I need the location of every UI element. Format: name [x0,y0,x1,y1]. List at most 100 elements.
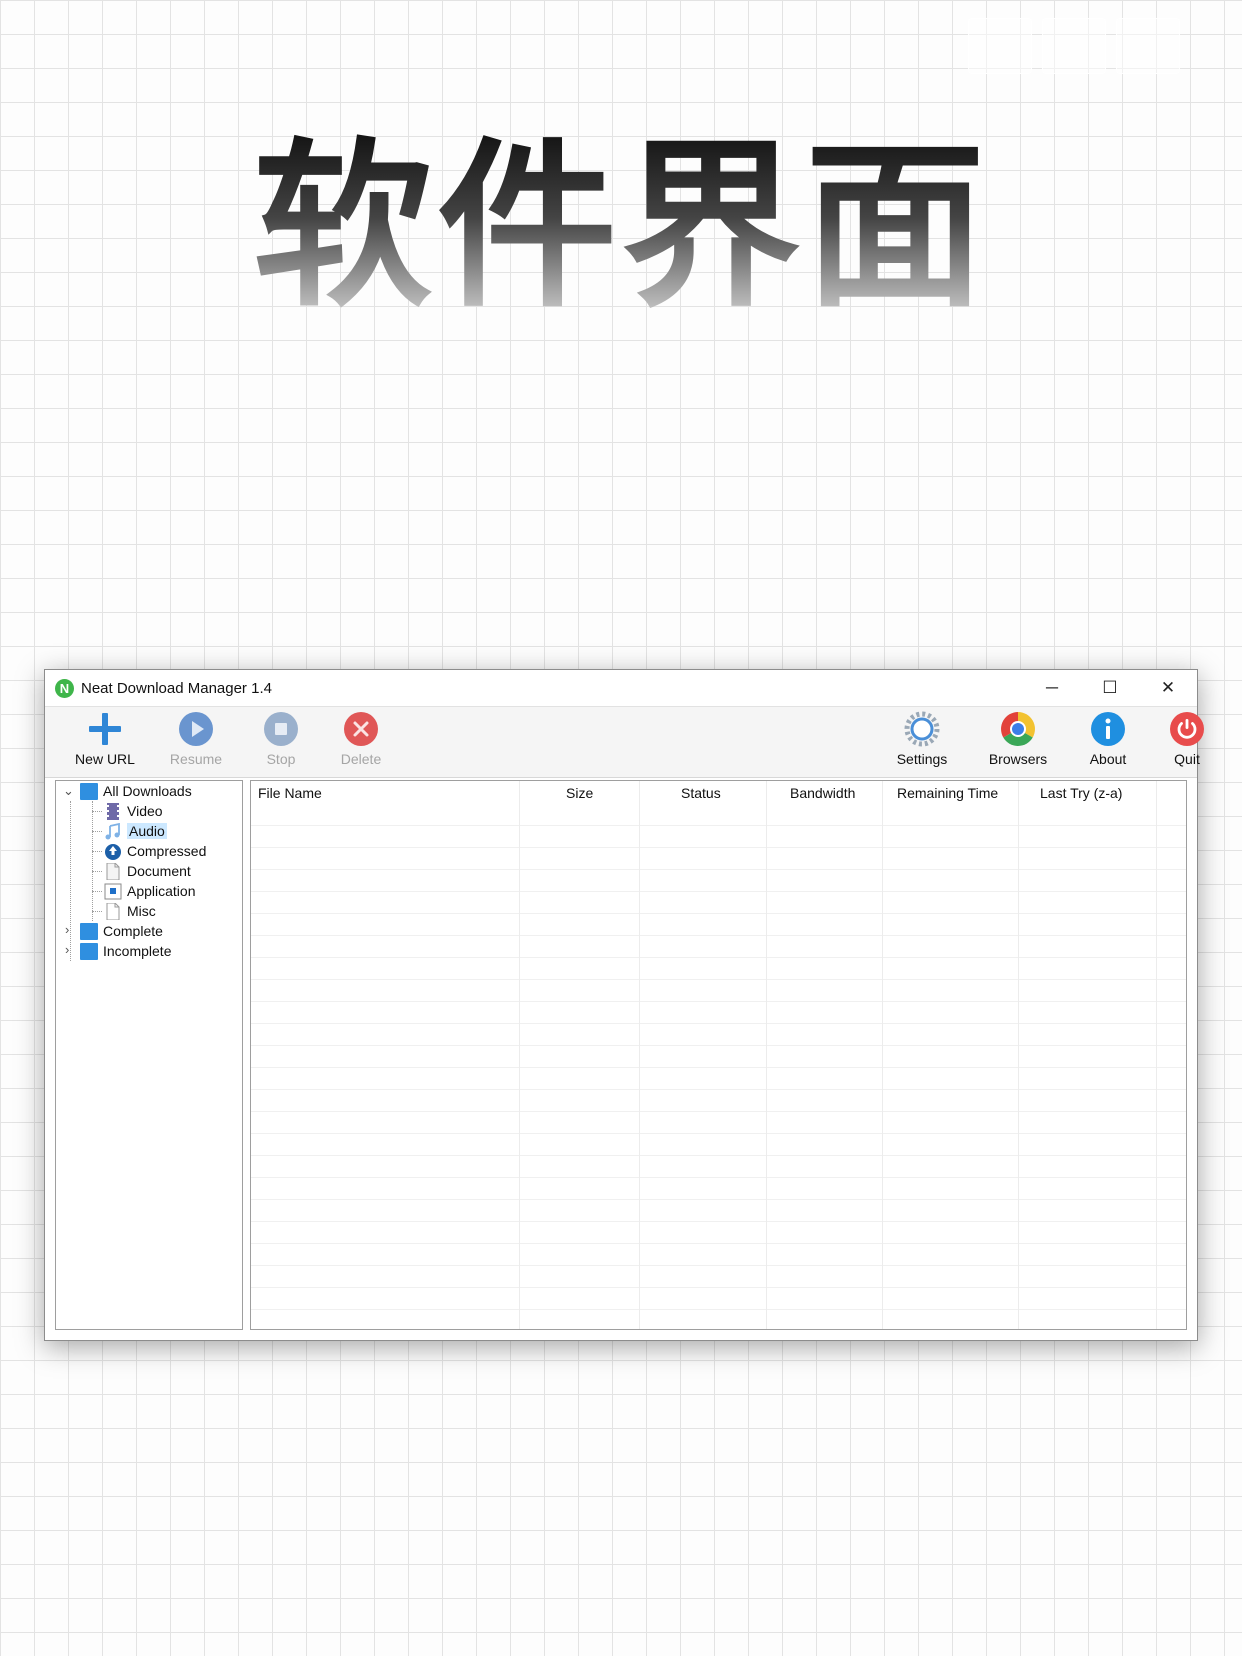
tree-item-complete[interactable]: Complete [80,921,163,941]
stop-label: Stop [266,751,296,767]
tree-guide-line [92,851,102,852]
grid-row-line [251,1023,1186,1024]
tree-item-compressed[interactable]: Compressed [104,841,206,861]
column-header-last-try[interactable]: Last Try (z-a) [1040,781,1122,805]
settings-label: Settings [896,751,948,767]
tree-item-label: Misc [127,903,156,919]
expand-chevron-icon[interactable]: › [65,922,69,937]
power-icon [1170,712,1204,746]
grid-row-line [251,979,1186,980]
folder-icon [80,942,98,960]
column-header-file-name[interactable]: File Name [258,781,322,805]
tree-guide-line [92,871,102,872]
app-logo-icon: N [55,678,74,698]
user-icon [1116,18,1180,74]
column-header-status[interactable]: Status [681,781,721,805]
browsers-label: Browsers [988,751,1048,767]
delete-button[interactable]: Delete [321,709,401,775]
music-note-icon [105,822,120,839]
new-url-button[interactable]: New URL [65,709,145,775]
grid-row-line [251,1221,1186,1222]
tree-item-document[interactable]: Document [104,861,191,881]
close-button[interactable]: ✕ [1139,670,1197,706]
grid-row-line [251,957,1186,958]
column-header-bandwidth[interactable]: Bandwidth [790,781,855,805]
column-divider[interactable] [1018,781,1019,1329]
tree-guide-line [92,891,102,892]
gear-icon [904,711,940,747]
title-bar: N Neat Download Manager 1.4 ─ ☐ ✕ [45,670,1197,706]
resume-label: Resume [169,751,223,767]
downloads-list[interactable]: File Name Size Status Bandwidth Remainin… [250,780,1187,1330]
grid-row-line [251,869,1186,870]
tree-guide-line [92,831,102,832]
tree-item-label: Compressed [127,843,207,859]
tree-guide-line [92,801,93,921]
quit-label: Quit [1174,751,1200,767]
banner-title: 软件界面 [0,128,1242,328]
play-icon [179,712,213,746]
tree-item-label: All Downloads [103,783,192,799]
expand-chevron-icon[interactable]: › [65,942,69,957]
document-icon [106,862,120,880]
column-header-size[interactable]: Size [566,781,593,805]
browsers-button[interactable]: Browsers [978,709,1058,775]
stop-button[interactable]: Stop [241,709,321,775]
grid-row-line [251,1045,1186,1046]
grid-row-line [251,1001,1186,1002]
grid-row-line [251,1155,1186,1156]
grid-row-line [251,1111,1186,1112]
collapse-chevron-icon[interactable]: ⌄ [63,783,74,799]
delete-label: Delete [340,751,382,767]
grid-row-line [251,1287,1186,1288]
tree-item-label: Application [127,883,196,899]
minimize-button[interactable]: ─ [1023,670,1081,706]
grid-row-line [251,825,1186,826]
tree-item-all-downloads[interactable]: All Downloads [80,781,192,801]
tree-item-label: Video [127,803,163,819]
column-divider[interactable] [639,781,640,1329]
grid-row-line [251,1089,1186,1090]
settings-button[interactable]: Settings [882,709,962,775]
settings-icon [1042,18,1106,74]
window-controls: ─ ☐ ✕ [1023,670,1197,706]
tree-item-label: Audio [127,823,167,839]
toolbar: New URL Resume Stop Delete Settings Brow… [45,706,1204,778]
grid-row-line [251,1199,1186,1200]
grid-row-line [251,847,1186,848]
plus-icon [89,713,121,745]
tree-guide-line [92,911,102,912]
grid-row-line [251,1243,1186,1244]
tree-guide-line [70,801,71,961]
column-divider[interactable] [882,781,883,1329]
delete-x-icon [344,712,378,746]
tree-item-video[interactable]: Video [104,801,163,821]
tree-item-incomplete[interactable]: Incomplete [80,941,171,961]
column-divider[interactable] [519,781,520,1329]
column-divider[interactable] [766,781,767,1329]
chrome-browser-icon [1001,712,1035,746]
quit-button[interactable]: Quit [1147,709,1227,775]
grid-row-line [251,1177,1186,1178]
column-divider[interactable] [1156,781,1157,1329]
tree-item-misc[interactable]: Misc [104,901,156,921]
maximize-button[interactable]: ☐ [1081,670,1139,706]
film-icon [107,802,119,820]
grid-row-line [251,1265,1186,1266]
tree-item-label: Complete [103,923,163,939]
resume-button[interactable]: Resume [156,709,236,775]
tree-item-application[interactable]: Application [104,881,196,901]
new-url-label: New URL [75,751,135,767]
folder-icon [80,782,98,800]
about-button[interactable]: About [1068,709,1148,775]
category-tree: ⌄ All Downloads Video Audio Compressed D… [55,780,243,1330]
app-window: N Neat Download Manager 1.4 ─ ☐ ✕ New UR… [44,669,1204,1341]
tree-item-label: Incomplete [103,943,172,959]
grid-row-line [251,1133,1186,1134]
tree-item-audio[interactable]: Audio [104,821,167,841]
archive-icon [105,843,121,860]
home-icon [968,18,1032,74]
blank-file-icon [106,902,120,920]
column-header-remaining-time[interactable]: Remaining Time [897,781,998,805]
top-right-icons [968,18,1180,74]
